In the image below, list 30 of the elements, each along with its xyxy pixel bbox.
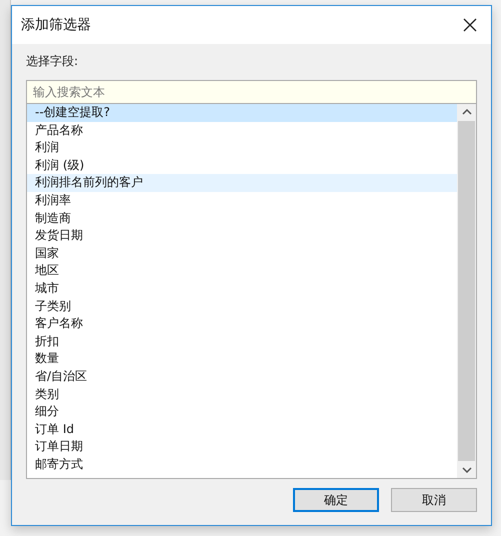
field-item[interactable]: 折扣 xyxy=(27,332,457,350)
cancel-button[interactable]: 取消 xyxy=(391,488,477,512)
field-item[interactable]: --创建空提取? xyxy=(27,104,457,122)
field-item[interactable]: 数量 xyxy=(27,350,457,368)
field-item[interactable]: 利润率 xyxy=(27,192,457,210)
field-item[interactable]: 国家 xyxy=(27,244,457,262)
scroll-thumb[interactable] xyxy=(458,121,475,461)
field-item[interactable]: 利润 (级) xyxy=(27,156,457,174)
field-item[interactable]: 订单日期 xyxy=(27,438,457,456)
window-title: 添加筛选器 xyxy=(21,16,91,34)
field-item[interactable]: 类别 xyxy=(27,386,457,404)
field-item[interactable]: 客户名称 xyxy=(27,315,457,333)
scroll-down-icon[interactable] xyxy=(462,467,472,473)
field-item[interactable]: 订单 Id xyxy=(27,420,457,438)
field-item[interactable]: 邮寄方式 xyxy=(27,456,457,474)
field-item[interactable]: 制造商 xyxy=(27,210,457,228)
field-item[interactable]: 发货日期 xyxy=(27,227,457,245)
scrollbar[interactable] xyxy=(457,104,476,478)
field-item[interactable]: 子类别 xyxy=(27,298,457,316)
field-item[interactable]: 地区 xyxy=(27,262,457,280)
search-field[interactable]: 输入搜索文本 xyxy=(26,80,477,104)
field-item[interactable]: 利润排名前列的客户 xyxy=(27,174,457,192)
field-item[interactable]: 产品名称 xyxy=(27,122,457,140)
field-item[interactable]: 细分 xyxy=(27,403,457,421)
field-item[interactable]: 利润 xyxy=(27,139,457,157)
scroll-up-icon[interactable] xyxy=(462,109,472,115)
field-item[interactable]: 省/自治区 xyxy=(27,368,457,386)
field-item[interactable]: 城市 xyxy=(27,280,457,298)
field-label: 选择字段: xyxy=(26,53,80,70)
ok-button[interactable]: 确定 xyxy=(293,488,379,512)
